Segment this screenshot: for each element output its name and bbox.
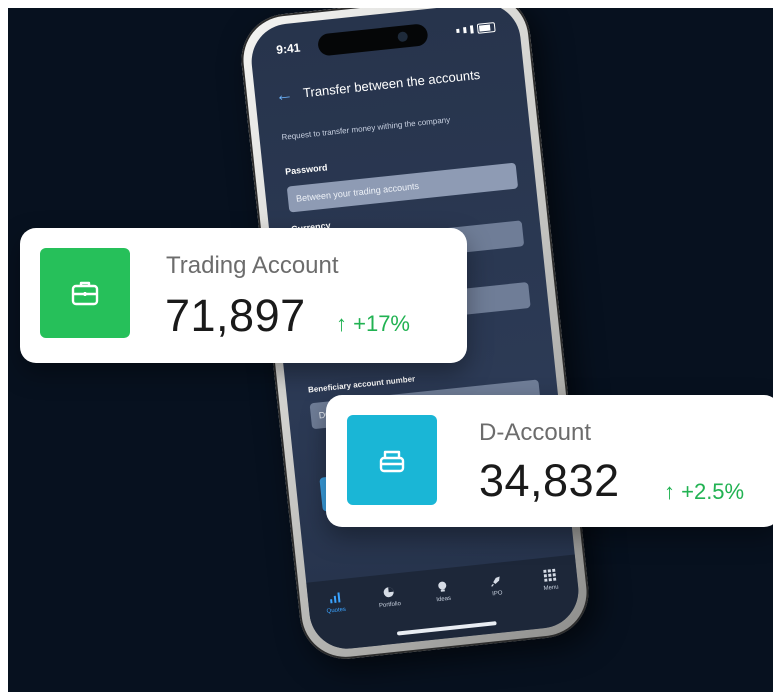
back-arrow-icon[interactable]: ← <box>274 84 294 107</box>
tab-label: Quotes <box>326 606 347 615</box>
bottom-tab-bar: Quotes Portfolio Ideas IPO Menu <box>306 554 583 653</box>
status-time: 9:41 <box>275 40 302 57</box>
status-icons <box>456 22 496 36</box>
wallet-icon <box>379 450 405 473</box>
card-title: D-Account <box>479 419 592 446</box>
signal-icon-bar <box>469 25 474 34</box>
hero-scene: 9:41 ← Transfer between the accounts Req… <box>8 8 773 692</box>
grid-icon <box>543 568 557 582</box>
wallet-icon-tile <box>347 415 437 505</box>
dynamic-island <box>317 23 429 57</box>
beneficiary-label: Beneficiary account number <box>307 374 416 395</box>
card-value: 71,897 <box>165 290 306 341</box>
card-value: 34,832 <box>479 455 620 506</box>
screen-header: ← Transfer between the accounts <box>274 61 505 106</box>
d-account-card: D-Account 34,832 ↑ +2.5% <box>326 395 773 527</box>
signal-icon-bar <box>463 27 467 34</box>
card-title: Trading Account <box>166 252 339 279</box>
bar-chart-icon <box>328 591 341 604</box>
screen-title: Transfer between the accounts <box>302 66 481 101</box>
rocket-icon <box>489 574 502 587</box>
tab-menu[interactable]: Menu <box>529 567 575 629</box>
card-change: ↑ +2.5% <box>664 479 745 504</box>
tab-quotes[interactable]: Quotes <box>314 590 360 652</box>
password-label: Password <box>284 162 328 177</box>
tab-label: IPO <box>491 590 503 598</box>
tab-label: Ideas <box>436 595 452 604</box>
trading-account-card: Trading Account 71,897 ↑ +17% <box>20 228 467 363</box>
tab-label: Menu <box>543 584 559 592</box>
tab-portfolio[interactable]: Portfolio <box>368 584 414 646</box>
briefcase-icon <box>71 281 99 306</box>
pie-chart-icon <box>382 586 395 599</box>
signal-icon <box>456 28 460 34</box>
tab-label: Portfolio <box>378 601 402 610</box>
card-change: ↑ +17% <box>336 311 410 336</box>
briefcase-icon-tile <box>40 248 130 338</box>
battery-icon <box>476 22 496 34</box>
lightbulb-icon <box>436 580 449 593</box>
screen-subtitle: Request to transfer money withing the co… <box>281 115 451 142</box>
